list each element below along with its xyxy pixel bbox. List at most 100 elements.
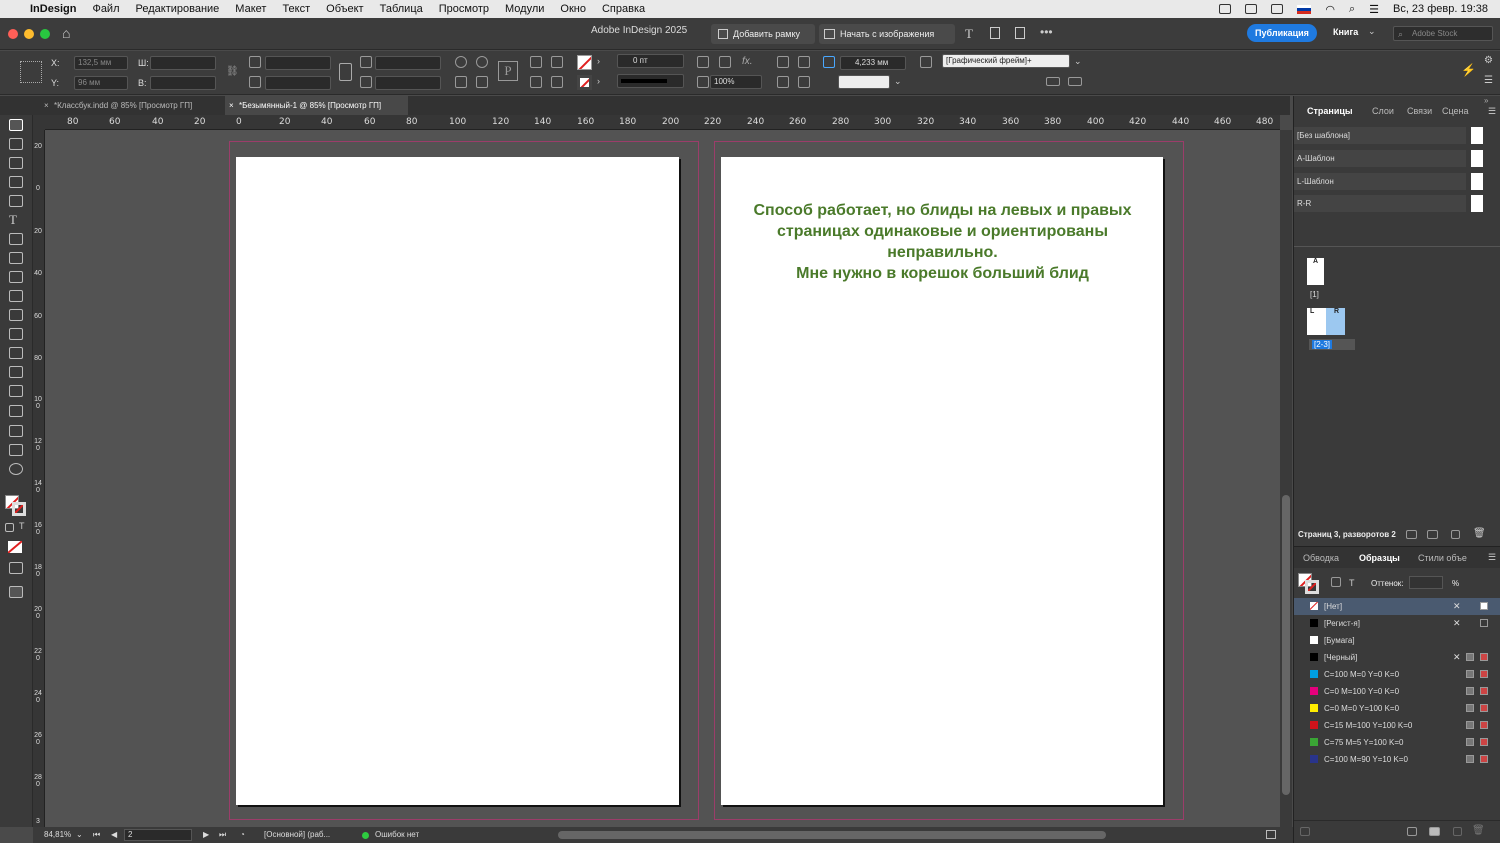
wrap-bounding-icon[interactable] (798, 56, 810, 68)
more-icon[interactable]: ••• (1040, 25, 1053, 39)
width-field[interactable] (150, 56, 216, 70)
tab-object-styles[interactable]: Стили объе (1418, 553, 1467, 563)
preview-mode-icon[interactable] (9, 586, 23, 598)
rectangle-frame-tool-icon[interactable] (9, 290, 23, 302)
keyboard-flag-icon[interactable] (1297, 4, 1312, 14)
menu-plugins[interactable]: Модули (505, 3, 544, 15)
swatch-row[interactable]: [Черный] ✕ (1294, 649, 1500, 666)
select-previous-icon[interactable] (530, 76, 542, 88)
apply-none-icon[interactable] (8, 541, 22, 553)
zoom-level[interactable]: 84,81% (44, 830, 71, 839)
folder-icon[interactable] (1429, 827, 1440, 836)
first-page-icon[interactable]: ⏮ (93, 830, 100, 840)
last-page-icon[interactable]: ⏭ (219, 830, 226, 840)
formatting-text-icon[interactable]: T (1349, 578, 1355, 588)
tab-links[interactable]: Связи (1407, 106, 1432, 116)
eyedropper-tool-icon[interactable] (9, 425, 23, 437)
document-canvas[interactable]: Способ работает, но блиды на левых и пра… (45, 130, 1280, 827)
color-field[interactable] (838, 75, 890, 89)
page-number-field[interactable]: 2 (124, 829, 192, 841)
clock[interactable]: Вс, 23 февр. 19:38 (1393, 3, 1488, 15)
wrap-shape-icon[interactable] (777, 76, 789, 88)
opacity-field[interactable]: 100% (710, 75, 762, 89)
collapse-panels-icon[interactable]: » (1484, 96, 1488, 105)
scissors-tool-icon[interactable] (9, 328, 23, 340)
select-next-icon[interactable] (551, 76, 563, 88)
new-style-icon[interactable] (1068, 77, 1082, 86)
document-settings-icon[interactable] (1015, 27, 1025, 39)
master-l[interactable]: L-Шаблон (1294, 173, 1466, 190)
status-icon-2[interactable] (1245, 4, 1258, 14)
publish-button[interactable]: Публикация (1247, 24, 1317, 42)
tab-stroke[interactable]: Обводка (1303, 553, 1339, 563)
fill-swatch[interactable] (577, 55, 592, 70)
swatch-fill-stroke-proxy[interactable] (1298, 573, 1320, 595)
control-center-icon[interactable]: ☰ (1369, 3, 1379, 16)
new-color-group-icon[interactable] (1407, 827, 1417, 836)
fill-dropdown-icon[interactable]: › (597, 56, 600, 66)
height-field[interactable] (150, 76, 216, 90)
swatch-row[interactable]: C=0 M=0 Y=100 K=0 (1294, 700, 1500, 717)
preflight-status[interactable]: Ошибок нет (375, 830, 419, 839)
show-swatch-kinds-icon[interactable] (1300, 827, 1310, 836)
delete-swatch-icon[interactable]: 🗑 (1472, 825, 1485, 836)
chevron-down-icon[interactable]: ⌄ (1368, 26, 1376, 37)
page-icon[interactable] (990, 27, 1000, 39)
formatting-text-icon[interactable]: T (19, 521, 25, 531)
hand-tool-icon[interactable] (9, 444, 23, 456)
gap-tool-icon[interactable] (9, 176, 23, 188)
paragraph-icon[interactable]: P (498, 61, 518, 81)
panel-menu-icon[interactable]: ☰ (1488, 106, 1496, 117)
content-collector-icon[interactable] (9, 195, 23, 207)
dropdown-chevron-icon[interactable]: ⌄ (894, 76, 902, 87)
master-a[interactable]: А-Шаблон (1294, 150, 1466, 167)
type-tool-icon[interactable]: T (9, 213, 23, 226)
menu-type[interactable]: Текст (282, 3, 310, 15)
horizontal-scroll-thumb[interactable] (558, 831, 1106, 839)
corner-options-icon[interactable] (697, 56, 709, 68)
line-tool-icon[interactable] (9, 233, 23, 245)
add-frame-button[interactable]: Добавить рамку (711, 24, 815, 44)
formatting-container-icon[interactable] (5, 523, 14, 532)
vertical-scroll-thumb[interactable] (1282, 495, 1290, 795)
object-style-chevron-icon[interactable]: ⌄ (1074, 56, 1082, 67)
swatch-row[interactable]: C=100 M=90 Y=10 K=0 (1294, 751, 1500, 768)
direct-selection-tool-icon[interactable] (9, 138, 23, 150)
vertical-scrollbar[interactable] (1280, 130, 1292, 827)
page-tool-icon[interactable] (9, 157, 23, 169)
select-container-icon[interactable] (530, 56, 542, 68)
flip-vertical-icon[interactable] (476, 76, 488, 88)
swatch-row[interactable]: C=15 M=100 Y=100 K=0 (1294, 717, 1500, 734)
lightning-icon[interactable]: ⚡ (1461, 63, 1476, 77)
pen-tool-icon[interactable] (9, 252, 23, 264)
page-3-thumbnail[interactable]: R (1326, 308, 1345, 335)
selection-tool-icon[interactable] (9, 119, 23, 131)
next-page-icon[interactable]: ▶ (203, 830, 209, 839)
pencil-tool-icon[interactable] (9, 271, 23, 283)
menu-object[interactable]: Объект (326, 3, 363, 15)
stroke-weight-field[interactable]: 0 пт (617, 54, 684, 68)
swatch-row[interactable]: C=75 M=5 Y=100 K=0 (1294, 734, 1500, 751)
horizontal-ruler[interactable]: 80 60 40 20 0 20 40 60 80 100 120 140 16… (45, 115, 1280, 130)
scale-x-field[interactable] (265, 56, 331, 70)
flip-horizontal-icon[interactable] (455, 76, 467, 88)
split-view-icon[interactable] (1266, 830, 1276, 839)
wrap-none-icon[interactable] (777, 56, 789, 68)
edit-page-size-icon[interactable] (1406, 530, 1417, 539)
adobe-stock-search[interactable]: ⌕ Adobe Stock (1393, 26, 1493, 41)
swatch-row[interactable]: [Бумага] (1294, 632, 1500, 649)
menu-layout[interactable]: Макет (235, 3, 266, 15)
close-icon[interactable]: × (44, 96, 49, 115)
rotation-field[interactable] (375, 56, 441, 70)
tint-field[interactable] (1409, 576, 1443, 589)
page-left[interactable] (236, 157, 679, 805)
app-menu[interactable]: InDesign (30, 3, 76, 15)
previous-page-icon[interactable]: ◀ (111, 830, 117, 839)
page-2-thumbnail[interactable]: L (1307, 308, 1326, 335)
battery-icon[interactable] (1271, 4, 1284, 14)
constrain-proportions-icon[interactable]: ⛓ (226, 66, 239, 77)
home-icon[interactable]: ⌂ (62, 25, 70, 41)
text-frame-icon[interactable]: T (965, 26, 973, 42)
fill-stroke-proxy[interactable] (5, 495, 27, 517)
panel-menu-icon[interactable]: ☰ (1488, 552, 1496, 563)
